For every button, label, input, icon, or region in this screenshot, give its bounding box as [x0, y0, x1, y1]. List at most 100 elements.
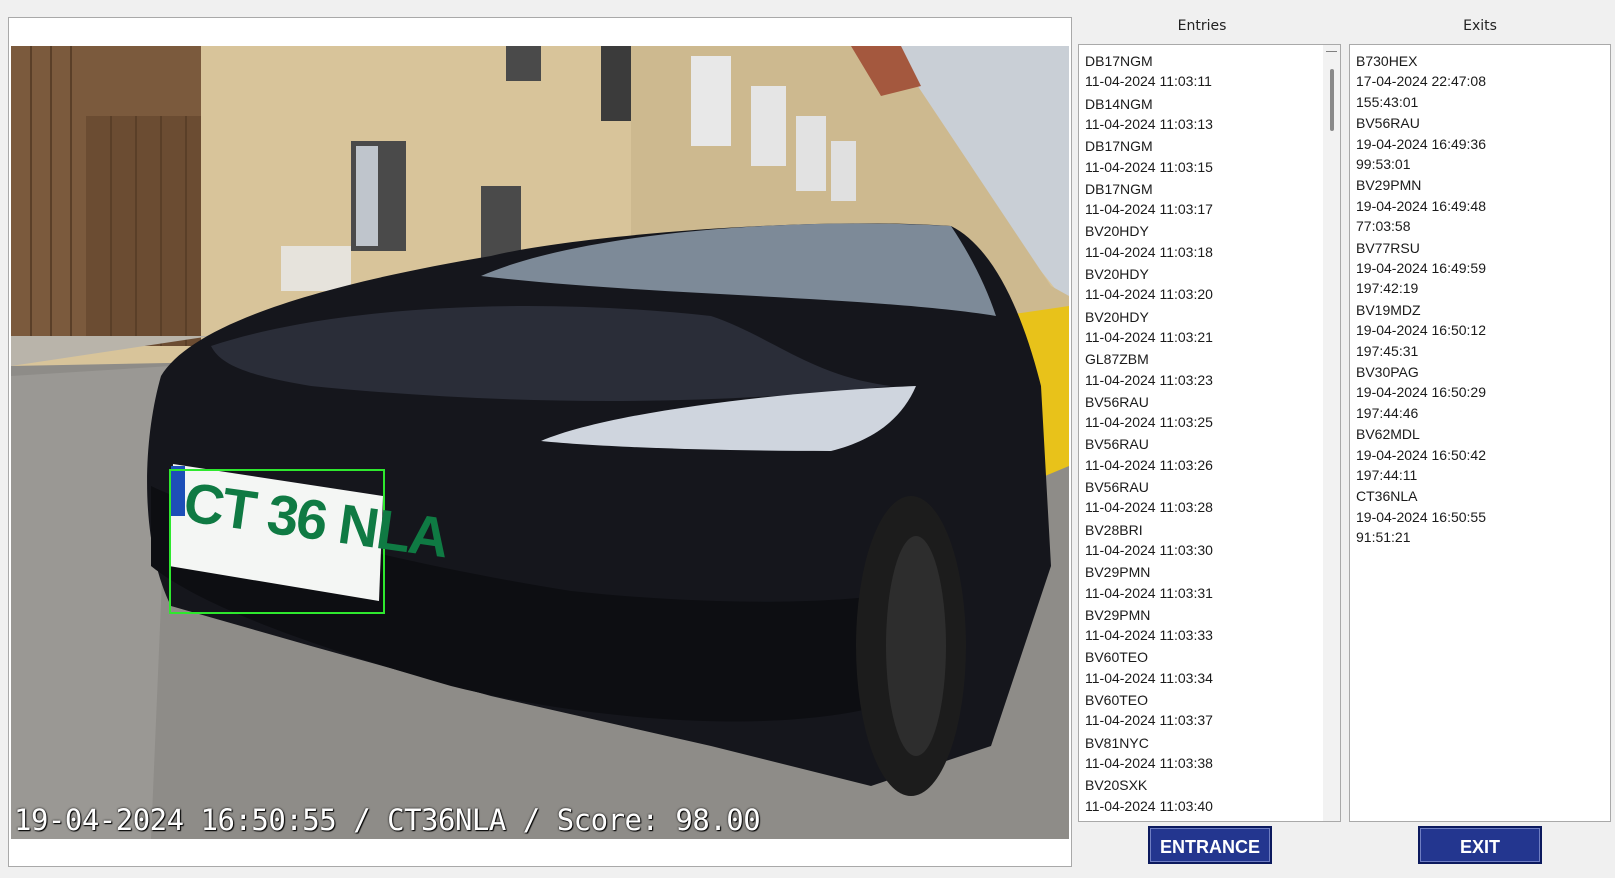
entry-plate: BV60TEO	[1085, 649, 1149, 666]
exit-time: 19-04-2024 16:50:55	[1356, 508, 1486, 525]
exit-duration: 91:51:21	[1356, 529, 1411, 546]
entry-time: 11-04-2024 11:03:21	[1085, 328, 1213, 345]
plate-detection-box: CT 36 NLA	[169, 469, 451, 614]
exit-button[interactable]: EXIT	[1418, 826, 1542, 864]
entry-item[interactable]: BV20HDY 11-04-2024 11:03:21	[1085, 307, 1340, 350]
entry-item[interactable]: BV60TEO 11-04-2024 11:03:37	[1085, 690, 1340, 733]
entry-time: 11-04-2024 11:03:13	[1085, 116, 1213, 132]
entry-plate: BV81NYC	[1085, 734, 1149, 751]
entry-plate: BV28BRI	[1085, 521, 1143, 538]
entry-item[interactable]: DB17NGM 11-04-2024 11:03:17	[1085, 179, 1340, 222]
entry-time: 11-04-2024 11:03:34	[1085, 669, 1213, 686]
exit-plate: BV56RAU	[1356, 115, 1420, 132]
entry-time: 11-04-2024 11:03:20	[1085, 286, 1213, 303]
exit-time: 17-04-2024 22:47:08	[1356, 73, 1486, 90]
entry-item[interactable]: BV56RAU 11-04-2024 11:03:26	[1085, 434, 1340, 477]
entry-item[interactable]: BV28BRI 11-04-2024 11:03:30	[1085, 520, 1340, 563]
entry-plate: BV56RAU	[1085, 436, 1149, 453]
exit-plate: BV30PAG	[1356, 363, 1419, 380]
exit-duration: 197:42:19	[1356, 280, 1419, 297]
exit-time: 19-04-2024 16:49:36	[1356, 135, 1486, 152]
entry-time: 11-04-2024 11:03:40	[1085, 797, 1213, 814]
entry-item[interactable]: BV81NYC 11-04-2024 11:03:38	[1085, 733, 1340, 776]
exit-duration: 197:44:11	[1356, 466, 1418, 483]
exit-item[interactable]: BV62MDL 19-04-2024 16:50:42 197:44:11	[1356, 424, 1610, 486]
exit-plate: BV77RSU	[1356, 239, 1420, 256]
entry-time: 11-04-2024 11:03:30	[1085, 541, 1213, 558]
entry-plate: BV29PMN	[1085, 564, 1151, 581]
entry-item[interactable]: BV29PMN 11-04-2024 11:03:33	[1085, 605, 1340, 648]
entry-item[interactable]: DB17NGM 11-04-2024 11:03:11	[1085, 51, 1340, 94]
entry-item[interactable]: BV56RAU 11-04-2024 11:03:28	[1085, 477, 1340, 520]
exit-duration: 155:43:01	[1356, 93, 1419, 110]
entry-time: 11-04-2024 11:03:17	[1085, 201, 1213, 218]
exit-item[interactable]: BV30PAG 19-04-2024 16:50:29 197:44:46	[1356, 362, 1610, 424]
exit-duration: 99:53:01	[1356, 156, 1411, 172]
entry-item[interactable]: BV20SXK 11-04-2024 11:03:40	[1085, 775, 1340, 818]
entry-plate: DB17NGM	[1085, 180, 1153, 197]
entry-plate: BV20HDY	[1085, 223, 1149, 240]
exit-duration: 197:45:31	[1356, 342, 1419, 359]
exits-list: B730HEX 17-04-2024 22:47:08 155:43:01 BV56R…	[1350, 45, 1610, 549]
exit-item[interactable]: CT36NLA 19-04-2024 16:50:55 91:51:21	[1356, 486, 1610, 548]
entries-header: Entries	[1177, 18, 1227, 34]
entry-time: 11-04-2024 11:03:18	[1085, 243, 1213, 260]
exit-item[interactable]: BV19MDZ 19-04-2024 16:50:12 197:45:31	[1356, 300, 1610, 362]
exit-plate: B730HEX	[1356, 53, 1418, 69]
entry-plate: GL87ZBM	[1085, 351, 1149, 368]
entry-plate: BV20SXK	[1085, 777, 1148, 794]
exit-plate: BV29PMN	[1356, 177, 1422, 194]
exit-time: 19-04-2024 16:50:42	[1356, 446, 1486, 463]
exits-listbox[interactable]: B730HEX 17-04-2024 22:47:08 155:43:01 BV56R…	[1349, 44, 1611, 822]
exit-time: 19-04-2024 16:50:12	[1356, 322, 1486, 339]
entries-list: DB17NGM 11-04-2024 11:03:11 DB14NGM 11-04-2…	[1079, 45, 1340, 821]
entry-plate: BV20HDY	[1085, 308, 1149, 325]
entry-time: 11-04-2024 11:03:28	[1085, 499, 1213, 516]
entries-listbox[interactable]: DB17NGM 11-04-2024 11:03:11 DB14NGM 11-04-2…	[1078, 44, 1341, 822]
entry-plate: DB17NGM	[1085, 53, 1153, 69]
exit-item[interactable]: B730HEX 17-04-2024 22:47:08 155:43:01	[1356, 51, 1610, 113]
entry-item[interactable]: BV29PMN 11-04-2024 11:03:31	[1085, 562, 1340, 605]
entry-item[interactable]: BV20HDY 11-04-2024 11:03:20	[1085, 264, 1340, 307]
entry-time: 11-04-2024 11:03:11	[1085, 73, 1212, 90]
entry-item[interactable]: DB17NGM 11-04-2024 11:03:15	[1085, 136, 1340, 179]
entry-plate: DB17NGM	[1085, 138, 1153, 155]
exit-time: 19-04-2024 16:49:48	[1356, 197, 1486, 214]
entry-plate: BV56RAU	[1085, 478, 1149, 495]
exit-duration: 77:03:58	[1356, 218, 1411, 235]
entry-time: 11-04-2024 11:03:25	[1085, 414, 1213, 431]
entry-item[interactable]: CT36NLA	[1085, 818, 1340, 821]
entry-item[interactable]: BV56RAU 11-04-2024 11:03:25	[1085, 392, 1340, 435]
entry-item[interactable]: DB14NGM 11-04-2024 11:03:13	[1085, 94, 1340, 137]
entry-plate: BV20HDY	[1085, 265, 1149, 282]
exit-item[interactable]: BV77RSU 19-04-2024 16:49:59 197:42:19	[1356, 238, 1610, 300]
exit-plate: BV19MDZ	[1356, 301, 1421, 318]
entry-time: 11-04-2024 11:03:38	[1085, 754, 1213, 771]
exit-plate: CT36NLA	[1356, 488, 1418, 505]
camera-image: CT 36 NLA 19-04-2024 16:50:55 / CT36NLA …	[11, 46, 1069, 839]
entry-item[interactable]: BV60TEO 11-04-2024 11:03:34	[1085, 647, 1340, 690]
street-scene	[11, 46, 1069, 839]
entry-plate: BV56RAU	[1085, 393, 1149, 410]
exit-time: 19-04-2024 16:50:29	[1356, 384, 1486, 401]
exit-item[interactable]: BV29PMN 19-04-2024 16:49:48 77:03:58	[1356, 175, 1610, 237]
entry-time: 11-04-2024 11:03:26	[1085, 456, 1213, 473]
entry-plate: DB14NGM	[1085, 95, 1153, 112]
entry-time: 11-04-2024 11:03:23	[1085, 371, 1213, 388]
entrance-button[interactable]: ENTRANCE	[1148, 826, 1272, 864]
entry-time: 11-04-2024 11:03:37	[1085, 712, 1213, 729]
exit-item[interactable]: BV56RAU 19-04-2024 16:49:36 99:53:01	[1356, 113, 1610, 175]
scroll-up-icon[interactable]	[1326, 51, 1337, 63]
entries-scrollbar[interactable]	[1323, 45, 1340, 821]
entry-time: 11-04-2024 11:03:31	[1085, 584, 1213, 601]
entry-time: 11-04-2024 11:03:15	[1085, 158, 1213, 175]
exits-header: Exits	[1463, 18, 1497, 34]
entry-item[interactable]: GL87ZBM 11-04-2024 11:03:23	[1085, 349, 1340, 392]
entry-item[interactable]: BV20HDY 11-04-2024 11:03:18	[1085, 221, 1340, 264]
exit-time: 19-04-2024 16:49:59	[1356, 259, 1486, 276]
scroll-thumb[interactable]	[1330, 69, 1334, 131]
entry-plate: BV60TEO	[1085, 691, 1149, 708]
exit-plate: BV62MDL	[1356, 426, 1420, 443]
exit-duration: 197:44:46	[1356, 404, 1419, 421]
entry-plate: CT36NLA	[1085, 818, 1340, 821]
